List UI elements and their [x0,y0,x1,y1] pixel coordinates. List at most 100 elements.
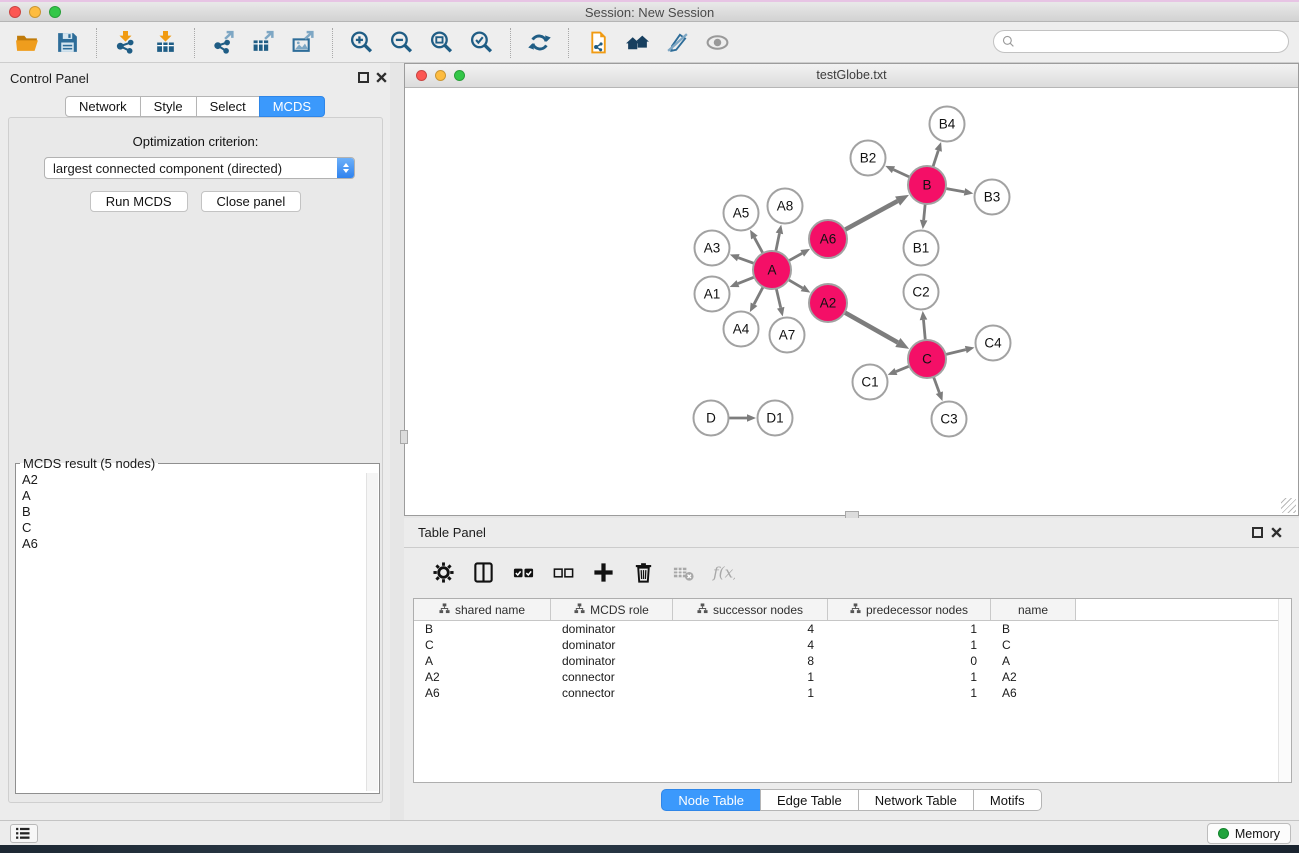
run-mcds-button[interactable]: Run MCDS [90,191,188,212]
node-label-B2: B2 [860,151,877,166]
edge-A-A7[interactable] [776,289,780,308]
hide-annotations-icon [665,30,691,55]
node-label-B1: B1 [913,241,930,256]
table-panel: Table Panel f(x) shared nameMCDS rolesuc… [404,518,1299,820]
deselect-all-button[interactable] [547,555,581,589]
zoom-selected-button[interactable] [466,27,498,59]
column-header-successor-nodes[interactable]: successor nodes [673,599,828,620]
criterion-select[interactable]: largest connected component (directed) [44,157,355,179]
search-box[interactable] [993,30,1289,53]
column-label: name [1018,603,1048,617]
network-window-titlebar[interactable]: testGlobe.txt [405,64,1298,88]
float-panel-icon[interactable] [358,72,369,83]
table-close-panel-icon[interactable] [1270,526,1283,539]
result-item[interactable]: A [22,488,379,504]
export-image-button[interactable] [288,27,320,59]
tab-network[interactable]: Network [65,96,141,117]
result-item[interactable]: B [22,504,379,520]
table-row[interactable]: A2connector11A2 [414,669,1291,685]
column-type-icon [439,603,450,617]
cell: connector [551,670,673,684]
result-item[interactable]: C [22,520,379,536]
delete-table-button[interactable] [667,555,701,589]
select-all-button[interactable] [507,555,541,589]
edge-A-A6[interactable] [789,253,803,261]
save-session-button[interactable] [52,27,84,59]
titlebar: Session: New Session [0,0,1299,22]
left-gripper[interactable] [400,430,408,444]
edge-C-C2[interactable] [923,320,925,340]
refresh-icon [527,30,553,55]
edge-A-A4[interactable] [754,287,763,304]
edge-C-C1[interactable] [896,366,909,371]
edge-B-B3[interactable] [946,188,965,191]
tab-select[interactable]: Select [196,96,260,117]
open-file-button[interactable] [12,27,44,59]
hide-annotations-button[interactable] [662,27,694,59]
add-column-button[interactable] [587,555,621,589]
import-network-button[interactable] [110,27,142,59]
result-scrollbar[interactable] [366,473,378,791]
columns-button[interactable] [467,555,501,589]
result-item[interactable]: A2 [22,472,379,488]
cell: 1 [673,686,828,700]
edge-A-A1[interactable] [738,277,754,284]
tab-network-table[interactable]: Network Table [858,789,974,811]
edge-A-A8[interactable] [776,233,780,251]
table-row[interactable]: Cdominator41C [414,637,1291,653]
tab-mcds[interactable]: MCDS [259,96,325,117]
search-input[interactable] [1019,33,1288,50]
import-network-icon [113,30,139,55]
column-header-predecessor-nodes[interactable]: predecessor nodes [828,599,991,620]
toolbar-separator [96,28,98,58]
edge-B-B4[interactable] [933,151,938,167]
cell: A2 [991,670,1076,684]
edge-A-A5[interactable] [754,238,763,254]
table-scrollbar[interactable] [1278,599,1291,782]
zoom-in-button[interactable] [346,27,378,59]
delete-column-button[interactable] [627,555,661,589]
arrowhead-icon [777,307,784,317]
tab-node-table[interactable]: Node Table [661,789,761,811]
column-header-name[interactable]: name [991,599,1076,620]
task-history-button[interactable] [10,824,38,843]
close-panel-icon[interactable] [375,71,388,84]
mcds-panel: Optimization criterion: largest connecte… [8,117,383,803]
column-header-mcds-role[interactable]: MCDS role [551,599,673,620]
tab-style[interactable]: Style [140,96,197,117]
settings-button[interactable] [427,555,461,589]
edge-B-B1[interactable] [924,204,926,220]
memory-button[interactable]: Memory [1207,823,1291,844]
edge-A6-B[interactable] [845,201,898,230]
table-float-panel-icon[interactable] [1252,527,1263,538]
cell: B [414,622,551,636]
edge-A-A2[interactable] [788,280,802,288]
zoom-fit-button[interactable] [426,27,458,59]
node-label-A1: A1 [704,287,721,302]
close-panel-button[interactable]: Close panel [201,191,302,212]
tab-motifs[interactable]: Motifs [973,789,1042,811]
zoom-out-button[interactable] [386,27,418,59]
import-table-button[interactable] [150,27,182,59]
toggle-visibility-button[interactable] [702,27,734,59]
tab-edge-table[interactable]: Edge Table [760,789,859,811]
refresh-button[interactable] [524,27,556,59]
edge-A-A3[interactable] [738,258,754,264]
edge-C-C4[interactable] [945,350,965,355]
function-builder-button[interactable]: f(x) [707,555,741,589]
network-canvas[interactable]: AA1A2A3A4A5A6A7A8BB1B2B3B4CC1C2C3C4DD1 [405,88,1298,515]
edge-C-C3[interactable] [934,377,940,393]
export-table-button[interactable] [248,27,280,59]
table-row[interactable]: Bdominator41B [414,621,1291,637]
table-row[interactable]: Adominator80A [414,653,1291,669]
home-button[interactable] [622,27,654,59]
resize-grip-icon[interactable] [1281,498,1296,513]
column-header-shared-name[interactable]: shared name [414,599,551,620]
edge-A2-C[interactable] [845,312,898,342]
table-row[interactable]: A6connector11A6 [414,685,1291,701]
export-network-button[interactable] [208,27,240,59]
edge-B-B2[interactable] [893,170,909,177]
result-item[interactable]: A6 [22,536,379,552]
arrowhead-icon [730,254,740,261]
open-session-file-button[interactable] [582,27,614,59]
